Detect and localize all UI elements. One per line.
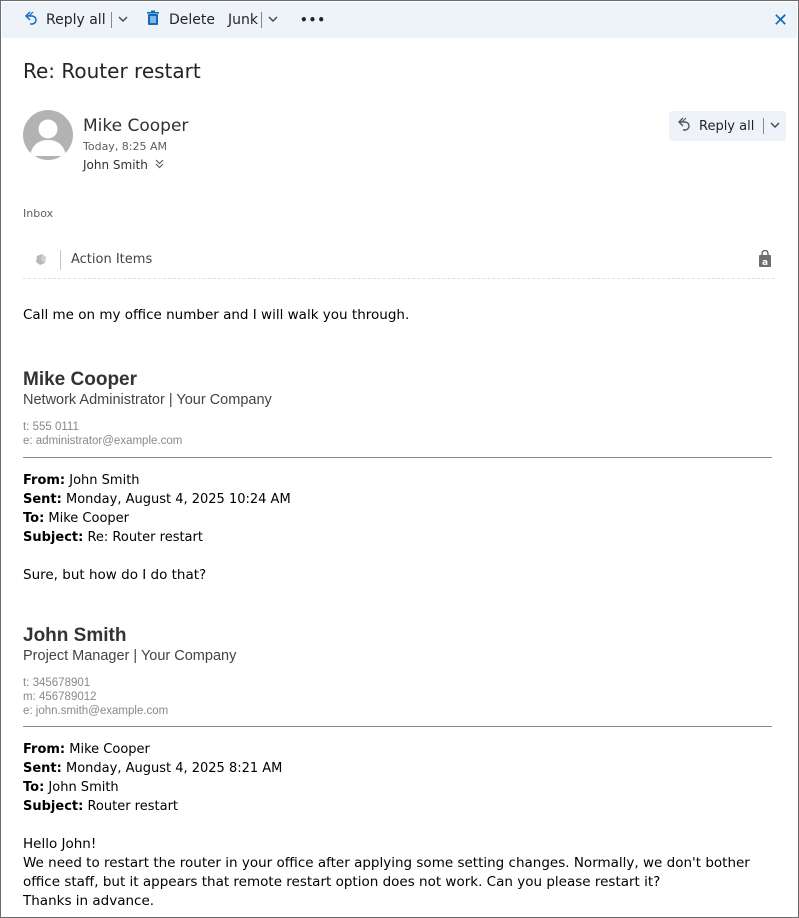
quote-subject: Subject: Re: Router restart <box>23 528 775 547</box>
body-intro: Call me on my office number and I will w… <box>23 307 410 323</box>
reading-pane: Reply all Delete Junk ••• ✕ Re: Router r… <box>0 0 799 918</box>
quote-sent: Sent: Monday, August 4, 2025 8:21 AM <box>23 759 775 778</box>
signature-phone: t: 555 0111 <box>23 421 79 433</box>
signature-phone: t: 345678901 <box>23 677 91 689</box>
to-value: Mike Cooper <box>44 511 130 526</box>
reply-all-toolbar-button[interactable]: Reply all <box>23 2 128 38</box>
chevron-down-icon[interactable] <box>268 14 278 27</box>
quote-from: From: Mike Cooper <box>23 740 775 759</box>
more-label: ••• <box>300 13 327 27</box>
subject-label: Subject: <box>23 530 84 545</box>
close-icon[interactable]: ✕ <box>773 2 788 38</box>
sent-label: Sent: <box>23 492 62 507</box>
greeting: Hello John! <box>23 836 97 852</box>
reply-all-icon <box>23 10 39 30</box>
quote-header: From: Mike Cooper Sent: Monday, August 4… <box>23 740 775 816</box>
close-label: ✕ <box>773 9 789 31</box>
trash-icon <box>145 10 161 30</box>
to-label: To: <box>23 780 45 795</box>
subject-value: Re: Router restart <box>83 530 203 545</box>
action-items-icon <box>32 251 50 273</box>
reply-all-button[interactable]: Reply all <box>669 111 786 141</box>
quote-to: To: Mike Cooper <box>23 509 775 528</box>
sent-value: Monday, August 4, 2025 10:24 AM <box>61 492 291 507</box>
delete-button[interactable]: Delete <box>145 2 215 38</box>
to-value: John Smith <box>44 780 119 795</box>
recipient-name[interactable]: John Smith <box>83 158 148 172</box>
closing: Thanks in advance. <box>23 893 155 909</box>
store-bag-icon[interactable]: a <box>758 249 772 272</box>
quote-from: From: John Smith <box>23 471 775 490</box>
from-label: From: <box>23 473 66 488</box>
signature-mobile: m: 456789012 <box>23 691 97 703</box>
signature-email: e: administrator@example.com <box>23 435 183 447</box>
signature-title: Network Administrator | Your Company <box>23 392 272 408</box>
double-chevron-icon[interactable] <box>155 159 164 172</box>
subject-label: Subject: <box>23 799 84 814</box>
message-toolbar: Reply all Delete Junk ••• ✕ <box>2 2 797 38</box>
message-subject: Re: Router restart <box>23 59 201 83</box>
from-value: John Smith <box>65 473 140 488</box>
action-items-bar: Action Items a <box>23 241 775 279</box>
from-value: Mike Cooper <box>65 742 150 757</box>
action-items-label[interactable]: Action Items <box>71 252 152 267</box>
junk-button[interactable]: Junk <box>228 2 278 38</box>
sent-time: Today, 8:25 AM <box>83 140 168 153</box>
body-paragraph: We need to restart the router in your of… <box>23 855 750 890</box>
sent-label: Sent: <box>23 761 62 776</box>
reply-all-button-label: Reply all <box>699 118 755 134</box>
split-divider <box>763 118 765 134</box>
chevron-down-icon[interactable] <box>118 14 128 27</box>
split-divider <box>260 12 262 28</box>
subject-value: Router restart <box>83 799 179 814</box>
reply-all-label: Reply all <box>46 12 106 28</box>
person-icon <box>30 119 66 156</box>
quote-sent: Sent: Monday, August 4, 2025 10:24 AM <box>23 490 775 509</box>
more-icon[interactable]: ••• <box>300 2 326 38</box>
chevron-down-icon[interactable] <box>770 120 780 133</box>
svg-text:a: a <box>762 258 768 268</box>
quote-text: Sure, but how do I do that? <box>23 567 207 583</box>
reply-all-icon <box>676 116 692 136</box>
sent-value: Monday, August 4, 2025 8:21 AM <box>61 761 283 776</box>
from-label: From: <box>23 742 66 757</box>
avatar[interactable] <box>23 110 73 160</box>
sender-name[interactable]: Mike Cooper <box>83 116 188 136</box>
quote-header: From: John Smith Sent: Monday, August 4,… <box>23 471 775 547</box>
folder-label: Inbox <box>23 207 54 220</box>
signature-email: e: john.smith@example.com <box>23 705 169 717</box>
signature-name: Mike Cooper <box>23 369 138 390</box>
quote-to: To: John Smith <box>23 778 775 797</box>
signature-title: Project Manager | Your Company <box>23 648 237 664</box>
signature-name: John Smith <box>23 625 127 646</box>
message-body: Call me on my office number and I will w… <box>23 306 775 911</box>
delete-label: Delete <box>169 12 215 28</box>
split-divider <box>110 12 112 28</box>
quote-subject: Subject: Router restart <box>23 797 775 816</box>
to-label: To: <box>23 511 45 526</box>
junk-label: Junk <box>228 12 258 28</box>
divider <box>60 250 61 270</box>
recipient-line[interactable]: John Smith <box>83 158 164 172</box>
